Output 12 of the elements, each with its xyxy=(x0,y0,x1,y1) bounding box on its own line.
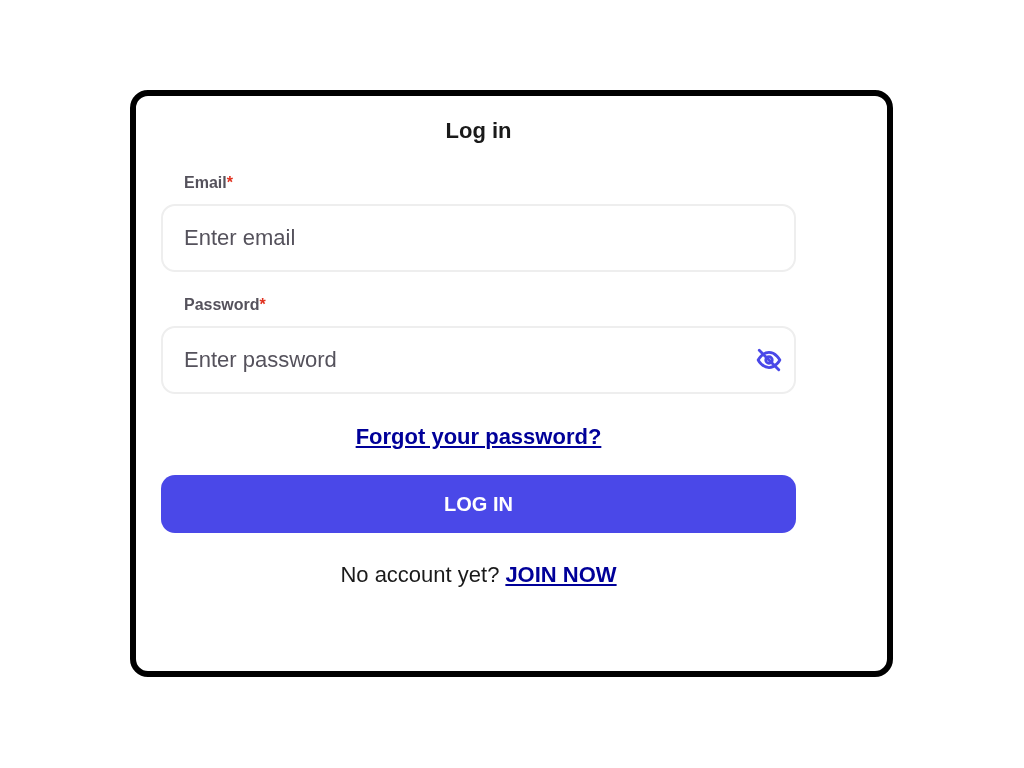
field-label: Email xyxy=(184,173,227,193)
login-title: Log in xyxy=(445,117,512,145)
join-now-link[interactable]: JOIN NOW xyxy=(505,560,617,590)
eye-slash-icon[interactable] xyxy=(754,347,784,373)
required-asterisk: * xyxy=(226,173,233,193)
email-field[interactable]: Enter email xyxy=(161,204,796,272)
signup-prompt: No account yet? xyxy=(340,561,500,589)
password-field[interactable]: Enter password xyxy=(161,326,796,394)
field-label: Password xyxy=(184,295,260,315)
required-asterisk: * xyxy=(259,295,266,315)
login-button[interactable]: LOG IN xyxy=(161,475,796,533)
forgot-password-link[interactable]: Forgot your password? xyxy=(355,422,602,452)
